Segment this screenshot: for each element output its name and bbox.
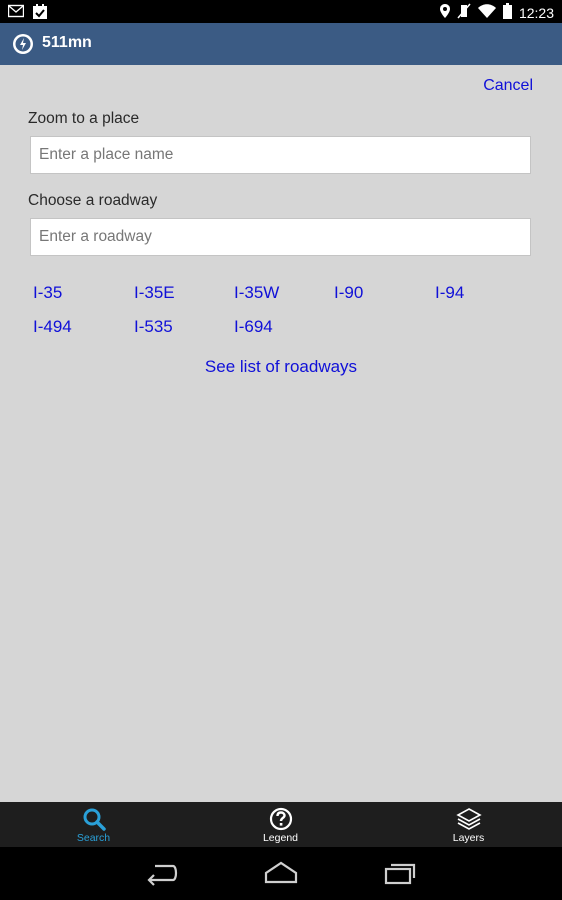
place-search-input[interactable]	[30, 136, 531, 174]
roadway-input[interactable]	[30, 218, 531, 256]
roadway-link-i-90[interactable]: I-90	[334, 283, 363, 303]
clock-time: 12:23	[518, 4, 554, 21]
back-icon[interactable]	[145, 860, 179, 891]
task-check-icon	[32, 4, 48, 25]
roadway-link-i-694[interactable]: I-694	[234, 317, 273, 337]
roadway-label: Choose a roadway	[28, 192, 158, 209]
roadway-link-i-35e[interactable]: I-35E	[134, 283, 175, 303]
app-logo-icon[interactable]	[12, 33, 34, 55]
cancel-button[interactable]: Cancel	[483, 77, 533, 95]
recent-apps-icon[interactable]	[384, 860, 418, 891]
location-icon	[439, 4, 450, 21]
search-icon	[83, 808, 106, 831]
roadway-link-i-35[interactable]: I-35	[33, 283, 62, 303]
battery-icon	[502, 3, 512, 22]
tab-layers[interactable]: Layers	[375, 802, 562, 847]
roadway-link-i-535[interactable]: I-535	[134, 317, 173, 337]
app-bar: 511mn	[0, 23, 562, 65]
app-title: 511mn	[42, 34, 92, 51]
home-icon[interactable]	[263, 860, 299, 891]
wifi-icon	[477, 4, 496, 21]
system-nav-bar	[0, 847, 562, 900]
roadway-link-i-35w[interactable]: I-35W	[234, 283, 279, 303]
place-label: Zoom to a place	[28, 110, 140, 127]
tab-legend-label: Legend	[262, 832, 299, 844]
status-bar: 12:23	[0, 0, 562, 23]
see-list-of-roadways-link[interactable]: See list of roadways	[205, 357, 357, 376]
question-icon	[269, 807, 292, 831]
tab-search-label: Search	[76, 832, 111, 844]
tab-layers-label: Layers	[452, 832, 485, 844]
vibrate-off-icon	[457, 3, 471, 22]
tab-legend[interactable]: Legend	[187, 802, 374, 847]
layers-icon	[455, 808, 482, 830]
tab-search[interactable]: Search	[0, 802, 187, 847]
see-list-row: See list of roadways	[0, 357, 562, 377]
gmail-icon	[7, 4, 25, 25]
bottom-tab-bar: Search Legend Layers	[0, 802, 562, 847]
roadway-link-i-494[interactable]: I-494	[33, 317, 72, 337]
roadway-link-i-94[interactable]: I-94	[435, 283, 464, 303]
